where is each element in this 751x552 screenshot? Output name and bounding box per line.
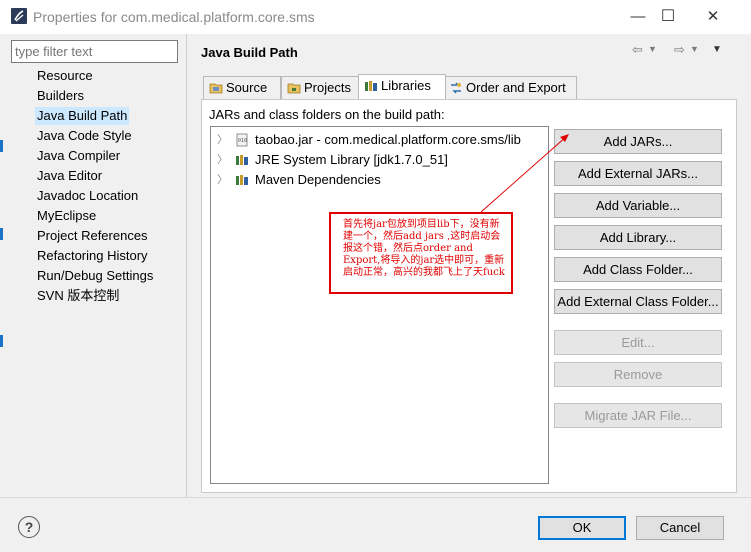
chevron-right-icon[interactable]: 〉	[217, 131, 228, 149]
help-icon[interactable]: ?	[18, 516, 40, 538]
tab-projects[interactable]: Projects	[281, 76, 361, 99]
add-external-jars-button[interactable]: Add External JARs...	[554, 161, 722, 186]
edit-button[interactable]: Edit...	[554, 330, 722, 355]
panel-divider	[186, 34, 187, 497]
nav-item-builders[interactable]: Builders	[35, 87, 86, 105]
nav-item-java-code-style[interactable]: Java Code Style	[35, 127, 134, 145]
tab-order-and-export[interactable]: Order and Export	[443, 76, 577, 99]
add-external-class-folder-button[interactable]: Add External Class Folder...	[554, 289, 722, 314]
nav-item-project-references[interactable]: Project References	[35, 227, 150, 245]
nav-item-myeclipse[interactable]: MyEclipse	[35, 207, 98, 225]
add-library-button[interactable]: Add Library...	[554, 225, 722, 250]
maximize-button[interactable]: ☐	[645, 4, 691, 30]
add-variable-button[interactable]: Add Variable...	[554, 193, 722, 218]
back-arrow-icon[interactable]: ⇦	[632, 42, 643, 58]
tree-item-label: taobao.jar - com.medical.platform.core.s…	[255, 132, 521, 147]
back-dropdown-icon[interactable]: ▼	[648, 44, 657, 54]
tab-libraries-label: Libraries	[381, 78, 431, 93]
tree-item-label: Maven Dependencies	[255, 172, 381, 187]
forward-arrow-icon[interactable]: ⇨	[674, 42, 685, 58]
footer-divider	[0, 497, 751, 498]
property-page-tree: Resource Builders Java Build Path Java C…	[4, 65, 186, 497]
order-export-icon	[451, 82, 461, 94]
eclipse-app-icon	[11, 8, 27, 24]
add-jars-button[interactable]: Add JARs...	[554, 129, 722, 154]
libraries-icon	[365, 81, 377, 91]
tab-source-label: Source	[226, 80, 268, 95]
add-class-folder-button[interactable]: Add Class Folder...	[554, 257, 722, 282]
close-button[interactable]: ✕	[690, 4, 736, 30]
nav-item-java-compiler[interactable]: Java Compiler	[35, 147, 122, 165]
nav-item-run-debug-settings[interactable]: Run/Debug Settings	[35, 267, 155, 285]
tab-projects-label: Projects	[304, 80, 351, 95]
tab-order-and-export-label: Order and Export	[466, 80, 566, 95]
background-window-edge	[0, 228, 3, 240]
library-icon	[236, 155, 248, 165]
window-title: Properties for com.medical.platform.core…	[33, 9, 315, 25]
background-window-edge	[0, 335, 3, 347]
projects-icon	[287, 83, 301, 94]
library-icon	[236, 175, 248, 185]
jar-file-icon: 010	[236, 133, 248, 147]
source-folder-icon	[209, 83, 223, 94]
build-path-tree[interactable]: 〉 010 taobao.jar - com.medical.platform.…	[210, 126, 549, 484]
cancel-button[interactable]: Cancel	[636, 516, 724, 540]
jars-list-label: JARs and class folders on the build path…	[209, 107, 445, 122]
filter-input[interactable]	[11, 40, 178, 63]
background-window-edge	[0, 140, 3, 152]
nav-item-svn[interactable]: SVN 版本控制	[35, 287, 121, 305]
tab-libraries[interactable]: Libraries	[358, 74, 446, 99]
title-bar: Properties for com.medical.platform.core…	[0, 0, 751, 34]
page-title: Java Build Path	[201, 45, 298, 60]
tab-source[interactable]: Source	[203, 76, 281, 99]
page-history-controls: ⇦ ▼ ⇨ ▼ ▼	[632, 42, 732, 62]
nav-item-javadoc-location[interactable]: Javadoc Location	[35, 187, 140, 205]
migrate-jar-file-button[interactable]: Migrate JAR File...	[554, 403, 722, 428]
remove-button[interactable]: Remove	[554, 362, 722, 387]
nav-item-resource[interactable]: Resource	[35, 67, 95, 85]
chevron-right-icon[interactable]: 〉	[217, 151, 228, 169]
nav-item-java-build-path[interactable]: Java Build Path	[35, 107, 130, 125]
forward-dropdown-icon[interactable]: ▼	[690, 44, 699, 54]
nav-item-refactoring-history[interactable]: Refactoring History	[35, 247, 150, 265]
svg-text:010: 010	[238, 138, 247, 144]
view-menu-icon[interactable]: ▼	[712, 44, 722, 55]
ok-button[interactable]: OK	[538, 516, 626, 540]
annotation-note: 首先将jar包放到项目lib下，没有新建一个，然后add jars ,这时启动会…	[329, 212, 513, 294]
nav-item-java-editor[interactable]: Java Editor	[35, 167, 104, 185]
tree-item-label: JRE System Library [jdk1.7.0_51]	[255, 152, 448, 167]
chevron-right-icon[interactable]: 〉	[217, 171, 228, 189]
